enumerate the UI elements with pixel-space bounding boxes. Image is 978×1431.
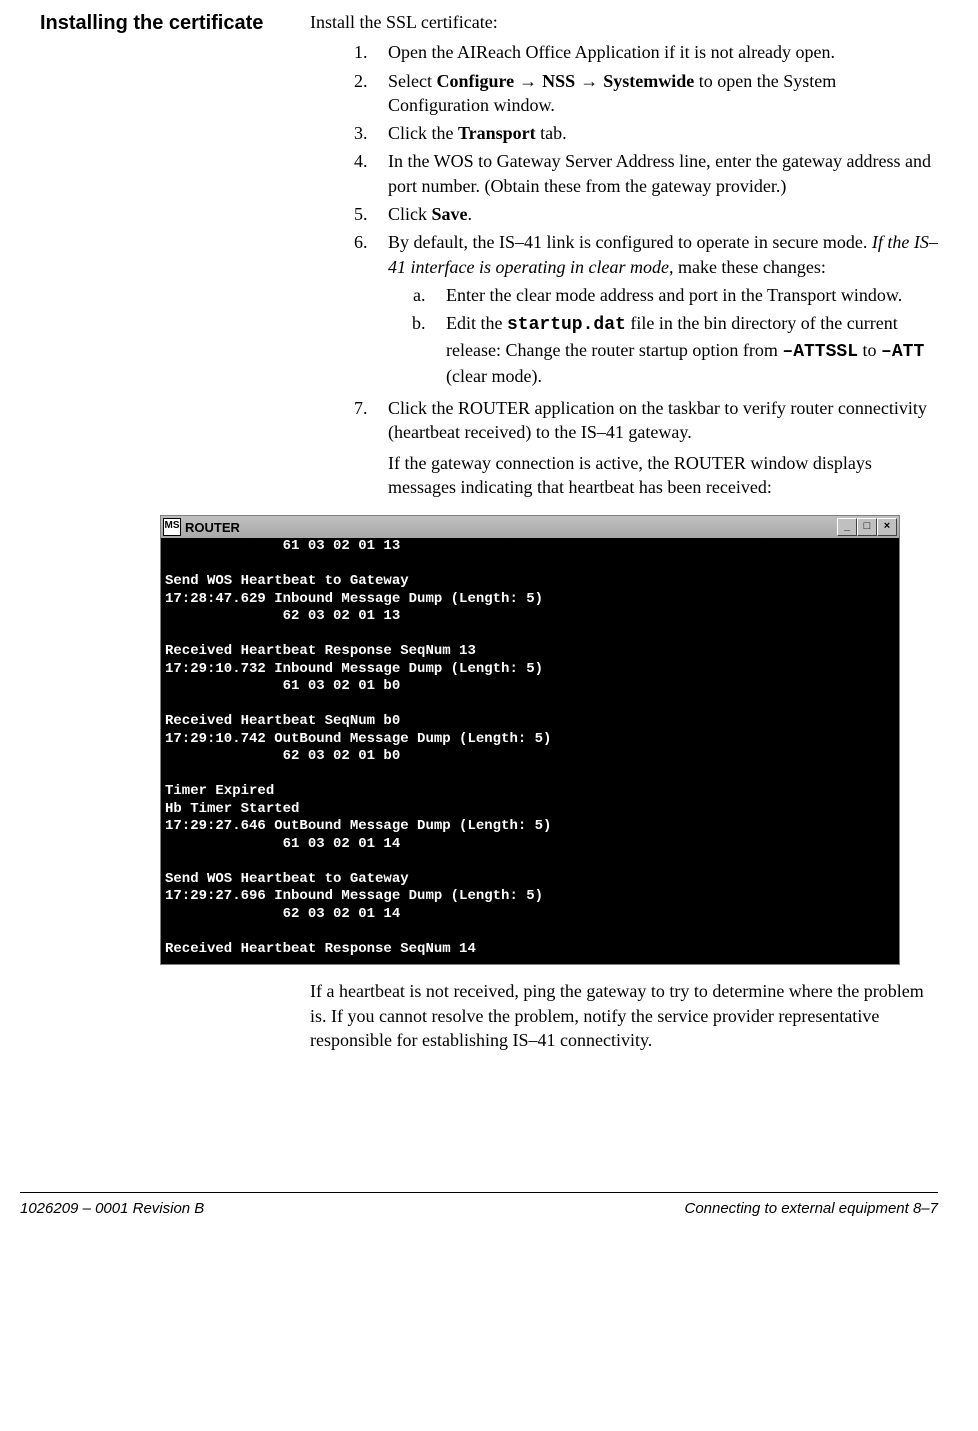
- text: .: [468, 204, 473, 224]
- step-7: Click the ROUTER application on the task…: [372, 396, 938, 499]
- arrow-icon: →: [514, 71, 542, 91]
- text: Click: [388, 204, 432, 224]
- code-option-to: –ATT: [881, 342, 924, 362]
- minimize-button[interactable]: _: [837, 518, 857, 536]
- menu-nss: NSS: [542, 71, 575, 91]
- maximize-button[interactable]: □: [857, 518, 877, 536]
- footer-left: 1026209 – 0001 Revision B: [20, 1199, 204, 1219]
- console-output: 61 03 02 01 13 Send WOS Heartbeat to Gat…: [161, 538, 899, 964]
- section-heading: Installing the certificate: [20, 10, 290, 37]
- step-6b: Edit the startup.dat file in the bin dir…: [430, 311, 938, 388]
- text: Select: [388, 71, 436, 91]
- closing-paragraph: If a heartbeat is not received, ping the…: [310, 979, 938, 1052]
- code-option-from: –ATTSSL: [782, 342, 858, 362]
- tab-transport: Transport: [458, 123, 536, 143]
- text: to: [858, 340, 881, 360]
- step-6a: Enter the clear mode address and port in…: [430, 283, 938, 307]
- text: Edit the: [446, 313, 507, 333]
- step-2: Select Configure → NSS → Systemwide to o…: [372, 69, 938, 118]
- text: By default, the IS–41 link is configured…: [388, 232, 872, 252]
- sub-steps: Enter the clear mode address and port in…: [388, 283, 938, 388]
- text: Click the ROUTER application on the task…: [388, 396, 938, 445]
- code-filename: startup.dat: [507, 315, 626, 335]
- text: If the gateway connection is active, the…: [388, 451, 938, 500]
- arrow-icon: →: [575, 71, 603, 91]
- step-5: Click Save.: [372, 202, 938, 226]
- step-6: By default, the IS–41 link is configured…: [372, 230, 938, 388]
- text: Click the: [388, 123, 458, 143]
- save-label: Save: [432, 204, 468, 224]
- step-4: In the WOS to Gateway Server Address lin…: [372, 149, 938, 198]
- footer-right: Connecting to external equipment 8–7: [684, 1199, 938, 1219]
- text: tab.: [536, 123, 567, 143]
- router-console-window: MS ROUTER _ □ × 61 03 02 01 13 Send WOS …: [160, 515, 900, 965]
- window-icon: MS: [163, 518, 181, 536]
- close-button[interactable]: ×: [877, 518, 897, 536]
- step-3: Click the Transport tab.: [372, 121, 938, 145]
- window-titlebar[interactable]: MS ROUTER _ □ ×: [161, 516, 899, 538]
- instruction-list: Open the AIReach Office Application if i…: [310, 40, 938, 499]
- menu-configure: Configure: [436, 71, 514, 91]
- page-footer: 1026209 – 0001 Revision B Connecting to …: [20, 1192, 938, 1219]
- text: (clear mode).: [446, 366, 542, 386]
- window-title: ROUTER: [185, 519, 837, 537]
- step-1: Open the AIReach Office Application if i…: [372, 40, 938, 64]
- text: make these changes:: [673, 257, 825, 277]
- intro-text: Install the SSL certificate:: [310, 10, 938, 34]
- menu-systemwide: Systemwide: [603, 71, 694, 91]
